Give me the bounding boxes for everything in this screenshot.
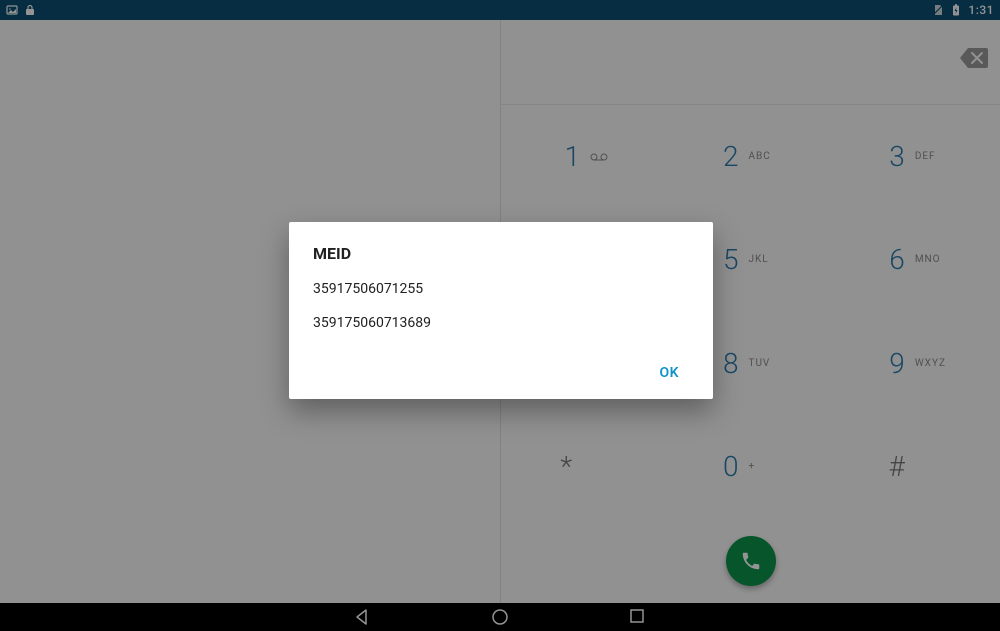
meid-dialog: MEID 35917506071255 359175060713689 OK: [289, 222, 713, 399]
meid-value-2: 359175060713689: [313, 315, 689, 331]
dialog-title: MEID: [313, 244, 689, 263]
ok-button[interactable]: OK: [649, 357, 689, 389]
dialog-actions: OK: [313, 349, 689, 389]
meid-value-1: 35917506071255: [313, 281, 689, 297]
